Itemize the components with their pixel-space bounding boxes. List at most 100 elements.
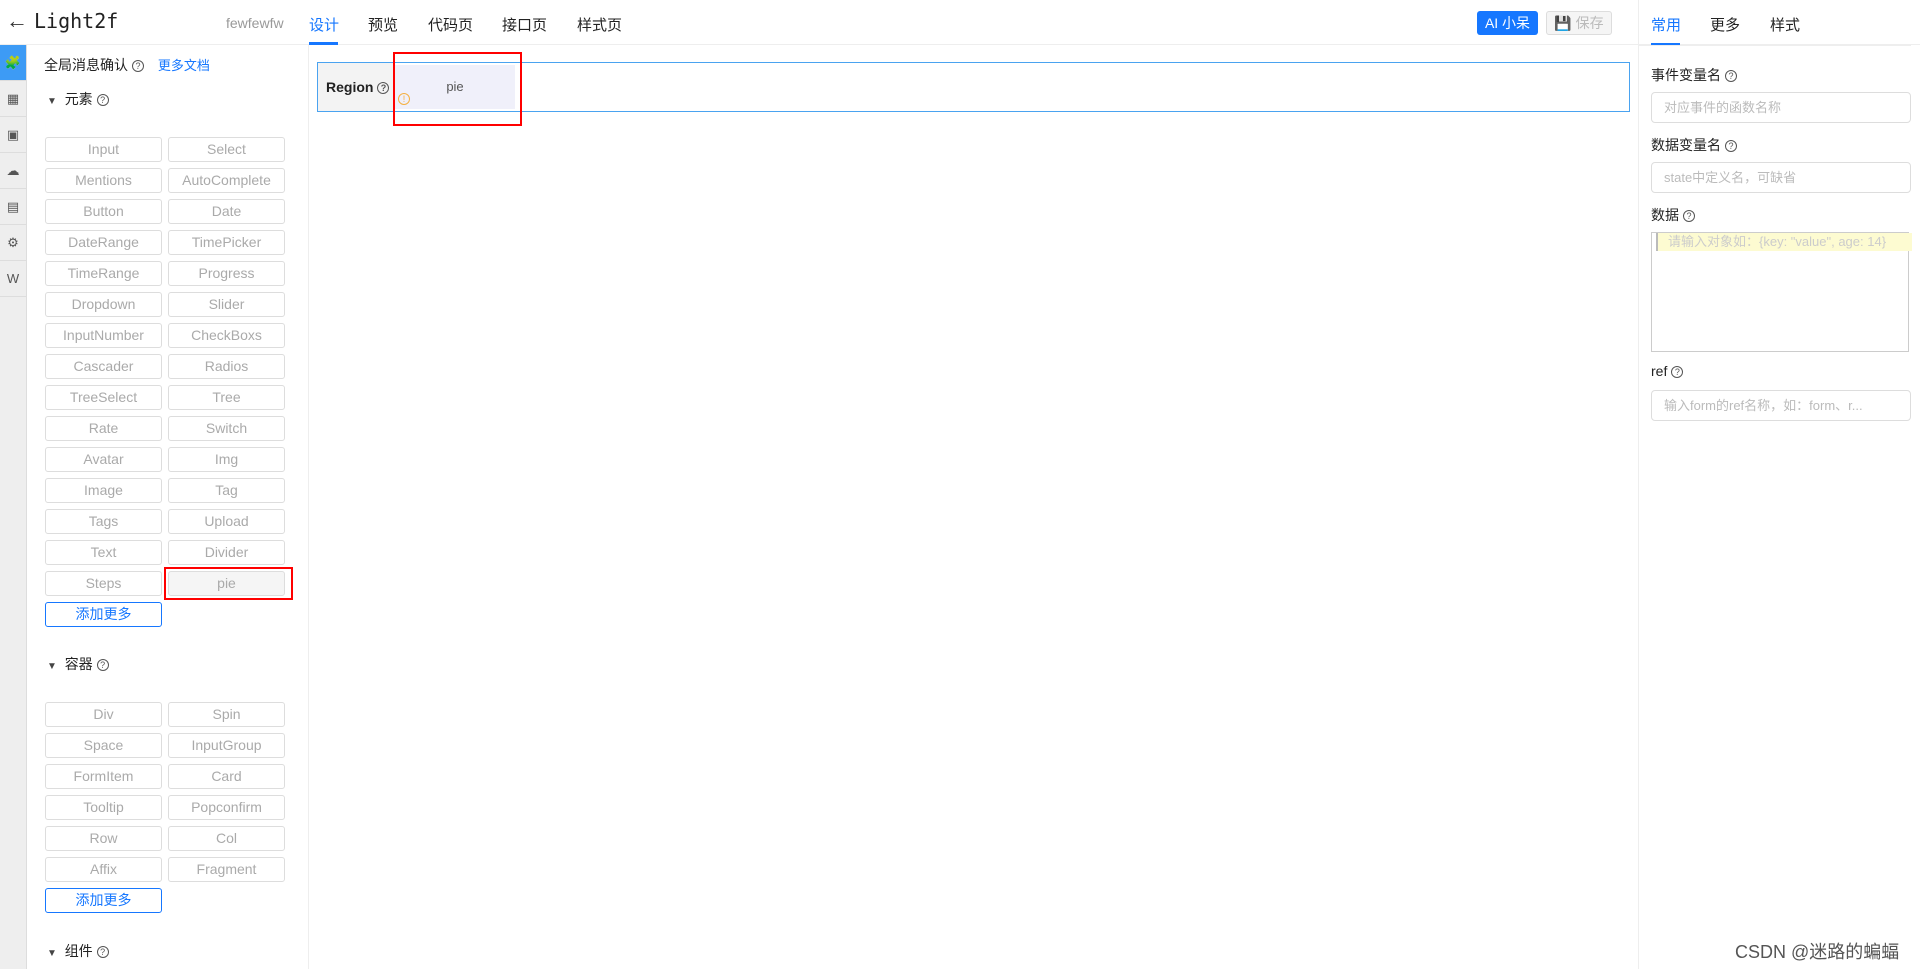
- tab-api[interactable]: 接口页: [502, 14, 547, 35]
- component-checkboxs[interactable]: CheckBoxs: [168, 323, 285, 348]
- component-daterange[interactable]: DateRange: [45, 230, 162, 255]
- component-rate[interactable]: Rate: [45, 416, 162, 441]
- word-icon[interactable]: W: [0, 261, 26, 297]
- help-icon[interactable]: ?: [1725, 140, 1737, 153]
- ai-button[interactable]: AI 小呆: [1477, 11, 1538, 35]
- component-popconfirm[interactable]: Popconfirm: [168, 795, 285, 820]
- label-text: 数据: [1651, 207, 1679, 223]
- component-divider[interactable]: Divider: [168, 540, 285, 565]
- component-formitem[interactable]: FormItem: [45, 764, 162, 789]
- label-text: ref: [1651, 363, 1668, 379]
- help-icon[interactable]: ?: [1671, 366, 1684, 379]
- add-more-button[interactable]: 添加更多: [45, 888, 162, 913]
- component-avatar[interactable]: Avatar: [45, 447, 162, 472]
- component-treeselect[interactable]: TreeSelect: [45, 385, 162, 410]
- data-editor[interactable]: 请输入对象如：{key: "value", age: 14}: [1651, 232, 1912, 352]
- top-header: ← Light2f fewfewfw 设计 预览 代码页 接口页 样式页 AI …: [0, 0, 1920, 45]
- component-div[interactable]: Div: [45, 702, 162, 727]
- properties-panel: 常用 更多 样式 事件变量名? 对应事件的函数名称 数据变量名? state中定…: [1638, 0, 1920, 969]
- help-icon[interactable]: ?: [96, 94, 109, 107]
- component-steps[interactable]: Steps: [45, 571, 162, 596]
- component-radios[interactable]: Radios: [168, 354, 285, 379]
- component-date[interactable]: Date: [168, 199, 285, 224]
- component-img[interactable]: Img: [168, 447, 285, 472]
- tab-code[interactable]: 代码页: [428, 14, 473, 35]
- tab-common[interactable]: 常用: [1651, 14, 1681, 35]
- section-title: 组件: [64, 943, 93, 959]
- watermark: CSDN @迷路的蝙蝠: [1735, 942, 1900, 962]
- data-label: 数据?: [1651, 205, 1695, 225]
- ref-input[interactable]: 输入form的ref名称，如：form、r...: [1651, 390, 1911, 421]
- component-panel: 全局消息确认? 更多文档 ▼ 元素? Input Select Mentions Au…: [27, 45, 309, 969]
- save-button[interactable]: 💾 保存: [1546, 11, 1612, 35]
- component-col[interactable]: Col: [168, 826, 285, 851]
- region-label: Region?: [318, 63, 395, 111]
- settings-list-icon[interactable]: ⚙: [0, 225, 26, 261]
- data-editor-placeholder: 请输入对象如：{key: "value", age: 14}: [1656, 233, 1912, 251]
- component-button[interactable]: Button: [45, 199, 162, 224]
- component-slider[interactable]: Slider: [168, 292, 285, 317]
- component-image[interactable]: Image: [45, 478, 162, 503]
- component-card[interactable]: Card: [168, 764, 285, 789]
- component-switch[interactable]: Switch: [168, 416, 285, 441]
- help-icon[interactable]: ?: [1683, 210, 1695, 223]
- component-dropdown[interactable]: Dropdown: [45, 292, 162, 317]
- highlight-box: [393, 52, 522, 126]
- component-select[interactable]: Select: [168, 137, 285, 162]
- component-mentions[interactable]: Mentions: [45, 168, 162, 193]
- component-space[interactable]: Space: [45, 733, 162, 758]
- component-tag[interactable]: Tag: [168, 478, 285, 503]
- component-input[interactable]: Input: [45, 137, 162, 162]
- puzzle-icon[interactable]: 🧩: [0, 45, 26, 81]
- component-timerange[interactable]: TimeRange: [45, 261, 162, 286]
- section-components-header[interactable]: ▼ 组件?: [47, 941, 109, 961]
- tab-design[interactable]: 设计: [309, 14, 339, 35]
- component-inputnumber[interactable]: InputNumber: [45, 323, 162, 348]
- component-tooltip[interactable]: Tooltip: [45, 795, 162, 820]
- tab-preview[interactable]: 预览: [368, 14, 398, 35]
- component-tree[interactable]: Tree: [168, 385, 285, 410]
- component-tags[interactable]: Tags: [45, 509, 162, 534]
- data-var-input[interactable]: state中定义名，可缺省: [1651, 162, 1911, 193]
- component-fragment[interactable]: Fragment: [168, 857, 285, 882]
- project-name: fewfewfw: [226, 15, 284, 31]
- active-tab-indicator: [309, 42, 338, 45]
- component-timepicker[interactable]: TimePicker: [168, 230, 285, 255]
- highlight-box: [164, 567, 293, 600]
- help-icon[interactable]: ?: [377, 82, 390, 95]
- component-row[interactable]: Row: [45, 826, 162, 851]
- component-cascader[interactable]: Cascader: [45, 354, 162, 379]
- help-icon[interactable]: ?: [1725, 70, 1737, 83]
- component-progress[interactable]: Progress: [168, 261, 285, 286]
- event-var-input[interactable]: 对应事件的函数名称: [1651, 92, 1911, 123]
- component-affix[interactable]: Affix: [45, 857, 162, 882]
- save-label: 保存: [1575, 15, 1604, 31]
- caret-down-icon: ▼: [47, 661, 57, 672]
- help-icon[interactable]: ?: [96, 946, 109, 959]
- event-var-label: 事件变量名?: [1651, 65, 1737, 85]
- section-containers-header[interactable]: ▼ 容器?: [47, 654, 109, 674]
- divider: [1639, 45, 1911, 46]
- api-cloud-icon[interactable]: ☁: [0, 153, 26, 189]
- component-spin[interactable]: Spin: [168, 702, 285, 727]
- help-icon[interactable]: ?: [132, 60, 144, 73]
- image-icon[interactable]: ▤: [0, 189, 26, 225]
- back-arrow-icon[interactable]: ←: [6, 8, 28, 34]
- tab-style[interactable]: 样式页: [577, 14, 622, 35]
- add-more-button[interactable]: 添加更多: [45, 602, 162, 627]
- section-title: 容器: [64, 656, 93, 672]
- component-upload[interactable]: Upload: [168, 509, 285, 534]
- tab-more[interactable]: 更多: [1710, 14, 1740, 35]
- grid-icon[interactable]: ▦: [0, 81, 26, 117]
- tab-styles[interactable]: 样式: [1770, 14, 1800, 35]
- label-text: 事件变量名: [1651, 67, 1721, 83]
- region-label-text: Region: [326, 79, 374, 95]
- global-msg-row: 全局消息确认? 更多文档: [44, 55, 210, 75]
- section-elements-header[interactable]: ▼ 元素?: [47, 89, 109, 109]
- window-icon[interactable]: ▣: [0, 117, 26, 153]
- component-inputgroup[interactable]: InputGroup: [168, 733, 285, 758]
- component-autocomplete[interactable]: AutoComplete: [168, 168, 285, 193]
- component-text[interactable]: Text: [45, 540, 162, 565]
- more-docs-link[interactable]: 更多文档: [158, 58, 210, 73]
- help-icon[interactable]: ?: [96, 659, 109, 672]
